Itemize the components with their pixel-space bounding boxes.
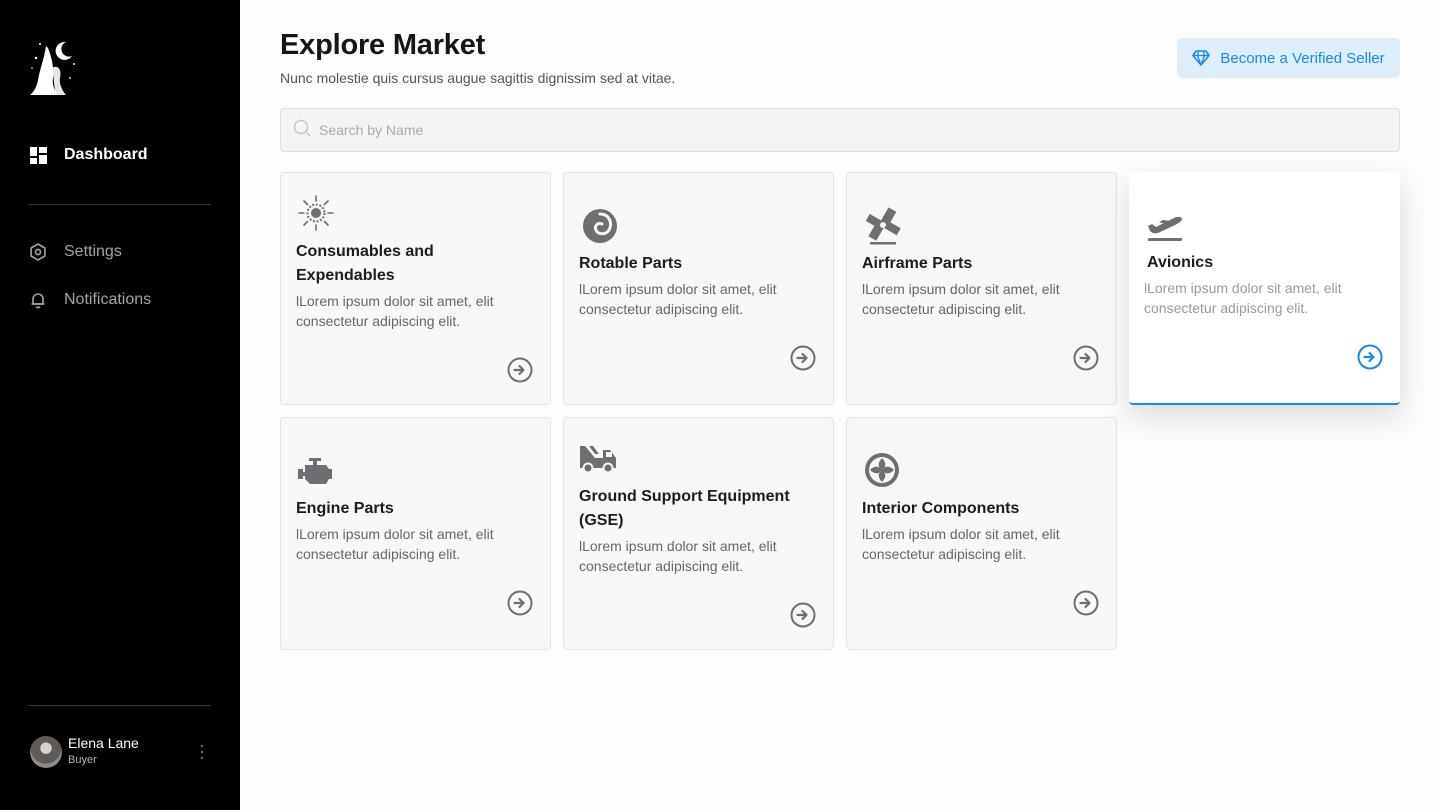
sidebar-divider: [28, 204, 211, 205]
arrow-right-circle-icon[interactable]: [1073, 590, 1099, 616]
card-title: Engine Parts: [296, 500, 394, 517]
arrow-right-circle-icon[interactable]: [507, 590, 533, 616]
sidebar-item-label: Notifications: [64, 291, 152, 308]
sidebar-item-dashboard[interactable]: Dashboard: [28, 143, 148, 167]
card-description: lLorem ipsum dolor sit amet, elit consec…: [296, 293, 494, 329]
engine-icon: [296, 450, 336, 490]
card-title: Avionics: [1147, 254, 1214, 271]
user-role: Buyer: [68, 754, 97, 766]
category-card-airframe[interactable]: Airframe Parts lLorem ipsum dolor sit am…: [846, 172, 1117, 405]
card-title: Interior Components: [862, 500, 1020, 517]
avatar[interactable]: [30, 736, 62, 768]
logo[interactable]: [26, 38, 82, 98]
diamond-icon: [1192, 50, 1211, 66]
card-description: lLorem ipsum dolor sit amet, elit consec…: [1144, 280, 1342, 316]
windmill-icon: [862, 205, 902, 245]
arrow-right-circle-icon[interactable]: [507, 357, 533, 383]
card-title: Ground Support Equipment (GSE): [579, 488, 790, 529]
card-description: lLorem ipsum dolor sit amet, elit consec…: [579, 538, 777, 574]
plane-takeoff-icon: [1144, 204, 1184, 244]
page-subtitle: Nunc molestie quis cursus augue sagittis…: [280, 70, 676, 86]
search-bar: [280, 108, 1400, 152]
arrow-right-circle-icon[interactable]: [790, 602, 816, 628]
sidebar-item-settings[interactable]: Settings: [28, 240, 122, 264]
card-title: Consumables and Expendables: [296, 243, 434, 284]
gear-icon: [28, 242, 48, 262]
arrow-right-circle-icon[interactable]: [790, 345, 816, 371]
category-card-interior[interactable]: Interior Components lLorem ipsum dolor s…: [846, 417, 1117, 650]
card-title: Airframe Parts: [862, 255, 973, 272]
sidebar-item-notifications[interactable]: Notifications: [28, 288, 151, 312]
card-description: lLorem ipsum dolor sit amet, elit consec…: [579, 281, 777, 317]
seller-button-label: Become a Verified Seller: [1220, 49, 1385, 67]
user-profile[interactable]: Elena Lane Buyer: [30, 735, 212, 769]
card-description: lLorem ipsum dolor sit amet, elit consec…: [862, 281, 1060, 317]
search-icon: [293, 119, 311, 142]
category-card-rotable[interactable]: Rotable Parts lLorem ipsum dolor sit ame…: [563, 172, 834, 405]
card-title: Rotable Parts: [579, 255, 683, 272]
sidebar-divider: [28, 705, 211, 706]
category-card-engine[interactable]: Engine Parts lLorem ipsum dolor sit amet…: [280, 417, 551, 650]
sidebar-item-label: Settings: [64, 243, 122, 260]
page-title: Explore Market: [280, 29, 486, 61]
sidebar: Dashboard Settings Notifications Elena L…: [0, 0, 240, 810]
arrow-right-circle-icon[interactable]: [1357, 344, 1383, 370]
truck-icon: [579, 438, 619, 478]
card-description: lLorem ipsum dolor sit amet, elit consec…: [862, 526, 1060, 562]
category-card-gse[interactable]: Ground Support Equipment (GSE) lLorem ip…: [563, 417, 834, 650]
fan-icon: [862, 450, 902, 490]
more-vertical-icon[interactable]: [194, 742, 210, 762]
spiral-icon: [579, 205, 619, 245]
arrow-right-circle-icon[interactable]: [1073, 345, 1099, 371]
dashboard-grid-icon: [28, 145, 48, 165]
become-verified-seller-button[interactable]: Become a Verified Seller: [1177, 38, 1400, 78]
search-input[interactable]: [319, 122, 1379, 138]
bell-icon: [28, 290, 48, 310]
user-name: Elena Lane: [68, 735, 139, 751]
category-card-avionics[interactable]: Avionics lLorem ipsum dolor sit amet, el…: [1129, 172, 1400, 405]
category-card-consumables[interactable]: Consumables and Expendables lLorem ipsum…: [280, 172, 551, 405]
card-description: lLorem ipsum dolor sit amet, elit consec…: [296, 526, 494, 562]
sidebar-item-label: Dashboard: [64, 146, 148, 163]
user-info: Elena Lane Buyer: [68, 735, 139, 769]
sun-gear-icon: [296, 193, 336, 233]
